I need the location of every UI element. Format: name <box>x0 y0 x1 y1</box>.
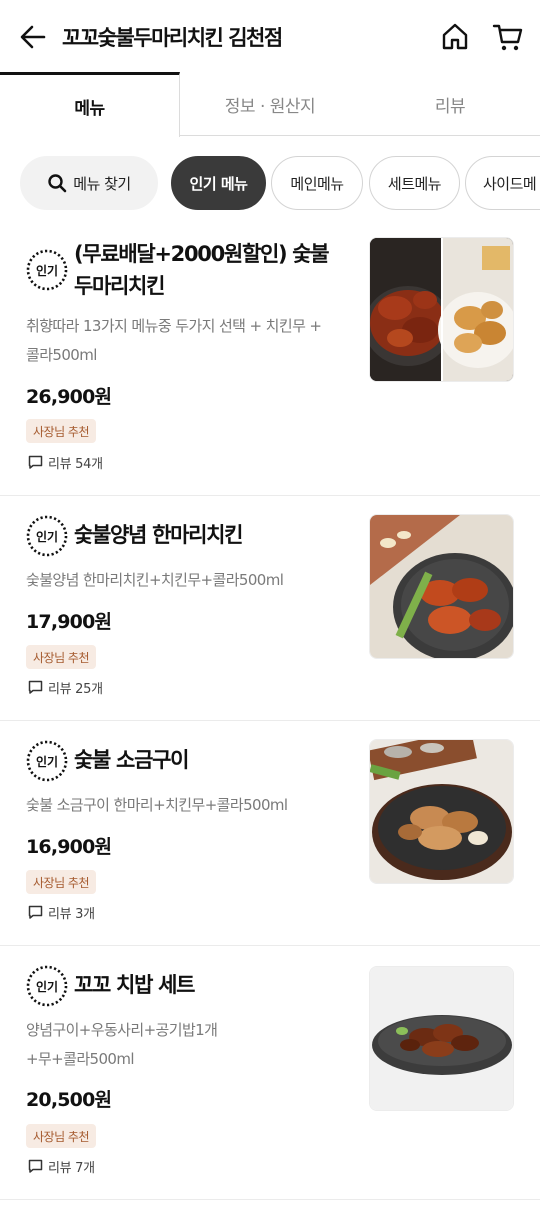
menu-item-description: 취향따라 13가지 메뉴중 두가지 선택 + 치킨무 + 콜라500ml <box>26 312 346 370</box>
comment-icon <box>28 680 43 694</box>
popular-badge: 인기 <box>25 964 69 1008</box>
owner-recommend-badge: 사장님 추천 <box>26 1124 97 1148</box>
comment-icon <box>28 1159 43 1173</box>
popular-badge-icon: 인기 <box>26 249 68 291</box>
popular-badge-icon: 인기 <box>26 740 68 782</box>
popular-badge-text: 인기 <box>36 529 58 544</box>
popular-badge: 인기 <box>25 739 69 783</box>
menu-item-description-line: 숯불양념 한마리치킨+치킨무+콜라500ml <box>26 571 284 589</box>
review-count-label: 리뷰 3개 <box>48 907 95 922</box>
owner-recommend-badge: 사장님 추천 <box>26 419 97 443</box>
review-count: 리뷰 25개 <box>28 678 103 697</box>
chip-popular-menu[interactable]: 인기 메뉴 <box>171 156 266 210</box>
menu-search-button[interactable]: 메뉴 찾기 <box>20 156 158 210</box>
cart-icon <box>492 24 523 51</box>
comment-icon <box>28 455 43 469</box>
menu-item-photo[interactable] <box>369 514 514 659</box>
arrow-left-icon <box>20 25 46 49</box>
home-button[interactable] <box>440 21 470 53</box>
menu-item-price: 17,900원 <box>26 611 112 633</box>
menu-item-photo[interactable] <box>369 237 514 382</box>
menu-item-card[interactable]: 인기 꼬꼬 치밥 세트 양념구이+우동사리+공기밥1개 +무+콜라500ml 2… <box>0 946 540 1200</box>
chip-side-menu[interactable]: 사이드메 <box>465 156 540 210</box>
review-count-label: 리뷰 25개 <box>48 682 103 697</box>
menu-item-description: 숯불 소금구이 한마리+치킨무+콜라500ml <box>26 791 346 820</box>
menu-item-description-line: 숯불 소금구이 한마리+치킨무+콜라500ml <box>26 796 288 814</box>
menu-item-name: (무료배달+2000원할인) 숯불 두마리치킨 <box>74 238 344 302</box>
review-count: 리뷰 7개 <box>28 1157 95 1176</box>
menu-item-price: 16,900원 <box>26 836 112 858</box>
app-screen: 꼬꼬숯불두마리치킨 김천점 메뉴 정보 · 원산지 리뷰 메뉴 찾기 인기 메뉴… <box>0 0 540 1211</box>
owner-recommend-badge: 사장님 추천 <box>26 645 97 669</box>
menu-item-description: 숯불양념 한마리치킨+치킨무+콜라500ml <box>26 566 346 595</box>
page-title: 꼬꼬숯불두마리치킨 김천점 <box>62 26 283 50</box>
review-count-label: 리뷰 7개 <box>48 1161 95 1176</box>
cart-button[interactable] <box>492 21 524 53</box>
menu-item-name-line: (무료배달+2000원할인) 숯불 <box>74 242 330 266</box>
tab-menu[interactable]: 메뉴 <box>0 72 180 137</box>
menu-item-price: 20,500원 <box>26 1089 112 1111</box>
popular-badge: 인기 <box>25 514 69 558</box>
menu-item-photo[interactable] <box>369 739 514 884</box>
chip-set-menu[interactable]: 세트메뉴 <box>369 156 460 210</box>
fried-chicken-image <box>370 238 513 381</box>
menu-item-photo[interactable] <box>369 966 514 1111</box>
owner-recommend-badge: 사장님 추천 <box>26 870 97 894</box>
menu-item-name: 꼬꼬 치밥 세트 <box>74 973 195 997</box>
chip-main-menu[interactable]: 메인메뉴 <box>271 156 363 210</box>
tab-info-origin[interactable]: 정보 · 원산지 <box>180 72 360 136</box>
home-icon <box>442 23 468 50</box>
menu-item-card[interactable]: 인기 숯불 소금구이 숯불 소금구이 한마리+치킨무+콜라500ml 16,90… <box>0 721 540 946</box>
menu-item-description-line: 양념구이+우동사리+공기밥1개 <box>26 1021 218 1039</box>
comment-icon <box>28 905 43 919</box>
review-count: 리뷰 3개 <box>28 903 95 922</box>
popular-badge-text: 인기 <box>36 263 58 278</box>
menu-item-description-line: 콜라500ml <box>26 346 97 364</box>
menu-item-name-line: 두마리치킨 <box>74 274 165 298</box>
popular-badge: 인기 <box>25 248 69 292</box>
chicken-rice-set-image <box>370 967 513 1110</box>
popular-badge-icon: 인기 <box>26 965 68 1007</box>
menu-item-description-line: +무+콜라500ml <box>26 1050 135 1068</box>
tab-reviews[interactable]: 리뷰 <box>360 72 540 136</box>
category-chip-row: 메뉴 찾기 인기 메뉴 메인메뉴 세트메뉴 사이드메 <box>0 154 540 212</box>
back-button[interactable] <box>18 20 48 54</box>
menu-item-name: 숯불양념 한마리치킨 <box>74 523 244 547</box>
menu-item-description: 양념구이+우동사리+공기밥1개 +무+콜라500ml <box>26 1016 346 1074</box>
popular-badge-icon: 인기 <box>26 515 68 557</box>
menu-search-label: 메뉴 찾기 <box>73 174 131 193</box>
review-count-label: 리뷰 54개 <box>48 457 103 472</box>
popular-badge-text: 인기 <box>36 979 58 994</box>
menu-item-name: 숯불 소금구이 <box>74 748 189 772</box>
menu-item-description-line: 취향따라 13가지 메뉴중 두가지 선택 + 치킨무 + <box>26 317 322 335</box>
menu-item-price: 26,900원 <box>26 386 112 408</box>
popular-badge-text: 인기 <box>36 754 58 769</box>
menu-item-card[interactable]: 인기 (무료배달+2000원할인) 숯불 두마리치킨 취향따라 13가지 메뉴중… <box>0 222 540 496</box>
search-icon <box>48 174 67 193</box>
review-count: 리뷰 54개 <box>28 453 103 472</box>
top-bar: 꼬꼬숯불두마리치킨 김천점 <box>0 0 540 74</box>
menu-item-card[interactable]: 인기 숯불양념 한마리치킨 숯불양념 한마리치킨+치킨무+콜라500ml 17,… <box>0 496 540 721</box>
tab-bar: 메뉴 정보 · 원산지 리뷰 <box>0 72 540 137</box>
yangnyeom-chicken-image <box>370 515 513 658</box>
salt-grilled-chicken-image <box>370 740 513 883</box>
